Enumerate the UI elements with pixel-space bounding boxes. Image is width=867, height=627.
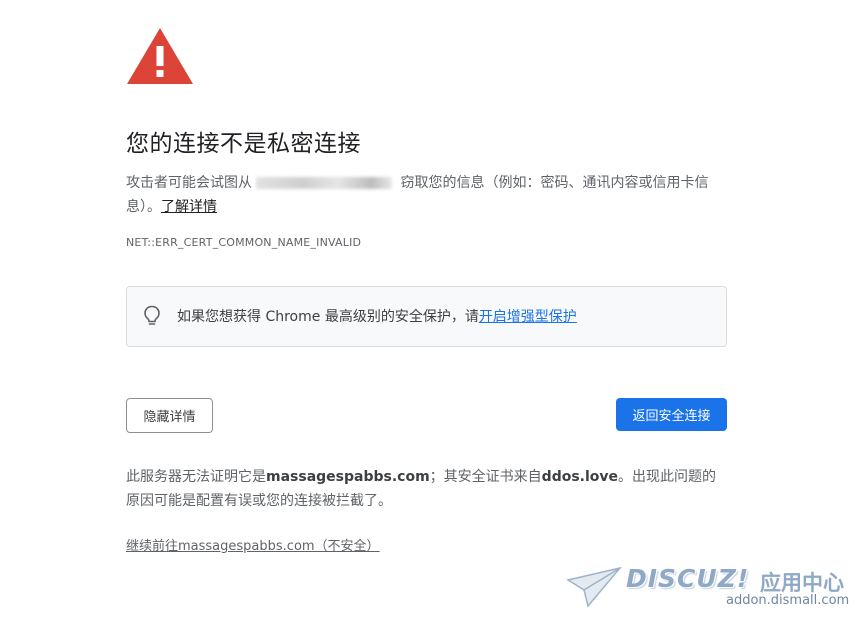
watermark: DISCUZ! 应用中心 addon.dismall.com xyxy=(566,560,856,620)
promo-text: 如果您想获得 Chrome 最高级别的安全保护，请 xyxy=(177,309,479,325)
enable-enhanced-protection-link[interactable]: 开启增强型保护 xyxy=(479,309,577,325)
issuer-name: ddos.love xyxy=(541,469,619,485)
learn-more-link[interactable]: 了解详情 xyxy=(161,199,217,215)
domain-name: massagespabbs.com xyxy=(266,469,430,485)
watermark-url: addon.dismall.com xyxy=(726,593,850,608)
enhanced-protection-box: 如果您想获得 Chrome 最高级别的安全保护，请开启增强型保护 xyxy=(126,286,727,347)
lightbulb-icon xyxy=(144,305,160,325)
interstitial-page: 您的连接不是私密连接 攻击者可能会试图从 窃取您的信息（例如：密码、通讯内容或信… xyxy=(0,0,867,627)
back-to-safety-button[interactable]: 返回安全连接 xyxy=(616,398,727,431)
warning-triangle-icon xyxy=(127,28,193,84)
watermark-brand: DISCUZ! xyxy=(626,564,750,593)
hide-details-button[interactable]: 隐藏详情 xyxy=(126,398,213,433)
error-code: NET::ERR_CERT_COMMON_NAME_INVALID xyxy=(126,236,362,249)
blurred-hostname xyxy=(256,177,392,189)
page-title: 您的连接不是私密连接 xyxy=(126,131,361,157)
details-text: 此服务器无法证明它是massagespabbs.com；其安全证书来自ddos.… xyxy=(126,469,717,509)
paper-plane-icon xyxy=(566,566,622,608)
proceed-unsafe-link[interactable]: 继续前往massagespabbs.com（不安全） xyxy=(126,535,380,554)
warning-description: 攻击者可能会试图从 窃取您的信息（例如：密码、通讯内容或信用卡信息）。了解详情 xyxy=(126,175,709,215)
